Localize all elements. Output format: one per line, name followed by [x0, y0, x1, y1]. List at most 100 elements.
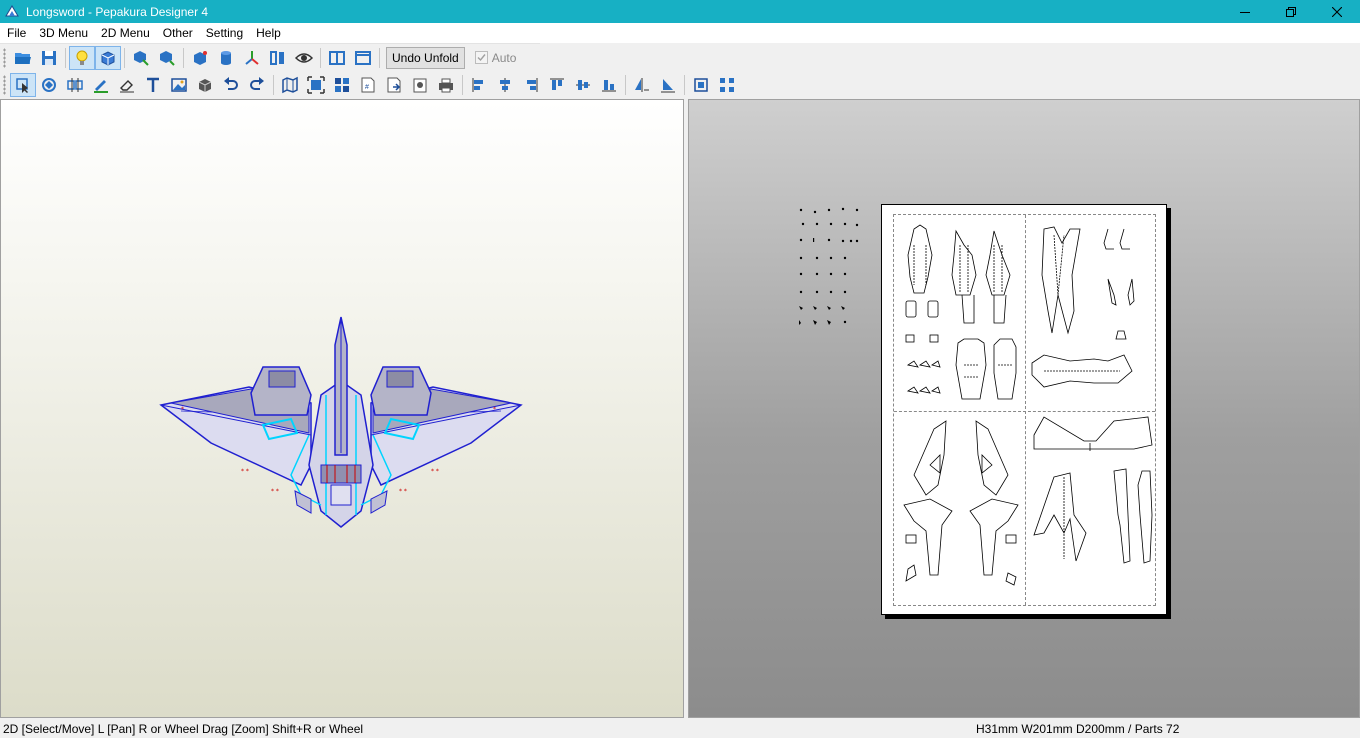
3d-view-pane[interactable]: * * * * * * * * * *: [0, 99, 684, 718]
align-bottom-icon: [602, 80, 616, 92]
cube-rotate-button[interactable]: [154, 46, 180, 70]
menu-help[interactable]: Help: [249, 23, 287, 43]
close-icon: [1332, 6, 1342, 17]
toolbar-separator: [273, 75, 274, 95]
fit-button[interactable]: [303, 73, 329, 97]
flip-horizontal-button[interactable]: [629, 73, 655, 97]
window-title: Longsword - Pepakura Designer 4: [26, 4, 209, 19]
minimize-button[interactable]: [1222, 0, 1268, 23]
image-button[interactable]: [166, 73, 192, 97]
group-icon: [694, 78, 708, 92]
rotate-part-button[interactable]: [36, 73, 62, 97]
align-bottom-button[interactable]: [596, 73, 622, 97]
menu-bar: File 3D Menu 2D Menu Other Setting Help: [0, 23, 1360, 43]
svg-text:* *: * *: [271, 488, 279, 495]
flip-vertical-icon: [661, 79, 675, 93]
group-button[interactable]: [688, 73, 714, 97]
align-center-button[interactable]: [492, 73, 518, 97]
menu-other[interactable]: Other: [156, 23, 199, 43]
open-button[interactable]: [10, 46, 36, 70]
align-left-button[interactable]: [466, 73, 492, 97]
undo-unfold-button[interactable]: Undo Unfold: [386, 46, 465, 69]
toolbar-grip[interactable]: [3, 47, 6, 68]
align-middle-icon: [576, 80, 590, 90]
status-dimensions: H31mm W201mm D200mm / Parts 72: [976, 722, 1180, 736]
cylinder-button[interactable]: [213, 46, 239, 70]
menu-3d[interactable]: 3D Menu: [32, 23, 94, 43]
export-icon: [387, 77, 401, 93]
ungroup-icon: [720, 78, 734, 92]
print-button[interactable]: [433, 73, 459, 97]
fit-icon: [307, 76, 325, 94]
select-move-button[interactable]: [10, 73, 36, 97]
print-preview-button[interactable]: [407, 73, 433, 97]
map-icon: [282, 76, 298, 94]
status-hint: 2D [Select/Move] L [Pan] R or Wheel Drag…: [3, 722, 364, 736]
main-toolbar: Undo Unfold Auto: [0, 43, 540, 71]
auto-checkbox[interactable]: [474, 51, 488, 64]
join-parts-button[interactable]: [62, 73, 88, 97]
print-area: [893, 214, 1156, 606]
cube-select-button[interactable]: [128, 46, 154, 70]
map-button[interactable]: [277, 73, 303, 97]
lightbulb-icon: [76, 50, 88, 65]
unfolded-parts[interactable]: [894, 215, 1157, 607]
align-top-icon: [550, 78, 564, 90]
single-view-button[interactable]: [350, 46, 376, 70]
split-view-icon: [329, 50, 345, 65]
2d-view-pane[interactable]: [688, 99, 1360, 718]
menu-2d[interactable]: 2D Menu: [94, 23, 156, 43]
box-icon: [194, 50, 207, 65]
flip-vertical-button[interactable]: [655, 73, 681, 97]
window-controls: [1222, 0, 1360, 23]
toolbar-separator: [65, 47, 66, 68]
menu-file[interactable]: File: [0, 23, 32, 43]
save-button[interactable]: [36, 46, 62, 70]
page-number-button[interactable]: #: [355, 73, 381, 97]
pencil-icon: [94, 80, 108, 93]
toolbar-separator: [684, 75, 685, 95]
undo-button[interactable]: [218, 73, 244, 97]
axis-button[interactable]: [239, 46, 265, 70]
text-icon: [147, 77, 159, 92]
undo-icon: [224, 77, 238, 90]
toolbar-separator: [462, 75, 463, 95]
title-bar: Longsword - Pepakura Designer 4: [0, 0, 1360, 23]
restore-button[interactable]: [1268, 0, 1314, 23]
align-right-button[interactable]: [518, 73, 544, 97]
loose-parts[interactable]: [795, 204, 865, 329]
app-window: Longsword - Pepakura Designer 4 File 3D …: [0, 0, 1360, 738]
image-icon: [171, 78, 187, 92]
cube-button[interactable]: [192, 73, 218, 97]
pencil-button[interactable]: [88, 73, 114, 97]
menu-setting[interactable]: Setting: [199, 23, 249, 43]
svg-text:*: *: [181, 406, 184, 413]
3d-model[interactable]: * * * * * * * * * *: [151, 315, 531, 535]
visibility-button[interactable]: [291, 46, 317, 70]
eraser-button[interactable]: [114, 73, 140, 97]
columns-button[interactable]: [265, 46, 291, 70]
print-icon: [439, 78, 453, 93]
light-toggle-button[interactable]: [69, 45, 95, 70]
flip-horizontal-icon: [635, 78, 649, 92]
grid-button[interactable]: [329, 73, 355, 97]
split-view-button[interactable]: [324, 46, 350, 70]
page-number-icon: #: [361, 77, 375, 93]
toolbar-separator: [124, 47, 125, 68]
join-parts-icon: [67, 78, 83, 92]
export-button[interactable]: [381, 73, 407, 97]
align-top-button[interactable]: [544, 73, 570, 97]
box-button[interactable]: [187, 46, 213, 70]
axis-icon: [245, 50, 259, 65]
toolbar-grip[interactable]: [3, 75, 6, 95]
auto-checkbox-wrap: Auto: [474, 51, 516, 65]
align-middle-button[interactable]: [570, 73, 596, 97]
paper-sheet[interactable]: [881, 204, 1167, 615]
close-button[interactable]: [1314, 0, 1360, 23]
text-button[interactable]: [140, 73, 166, 97]
cylinder-icon: [221, 50, 231, 65]
restore-icon: [1286, 6, 1296, 17]
ungroup-button[interactable]: [714, 73, 740, 97]
texture-view-button[interactable]: [95, 45, 121, 70]
redo-button[interactable]: [244, 73, 270, 97]
